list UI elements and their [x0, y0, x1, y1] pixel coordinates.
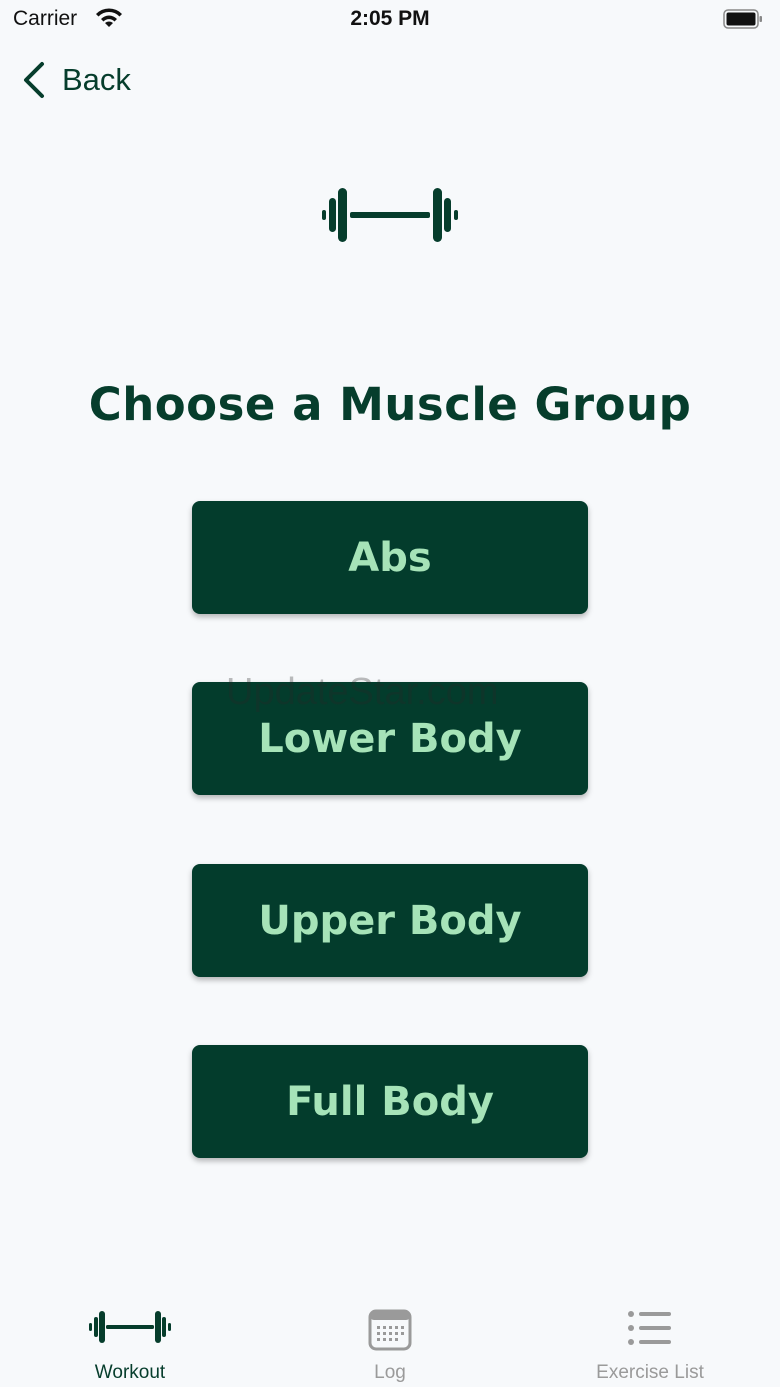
chevron-left-icon [24, 62, 44, 98]
upper-body-button-label: Upper Body [258, 897, 522, 944]
status-time: 2:05 PM [350, 7, 430, 30]
full-body-button-label: Full Body [286, 1078, 494, 1125]
lower-body-button[interactable]: Lower Body [192, 682, 588, 795]
back-label: Back [62, 62, 131, 97]
calendar-icon [368, 1309, 412, 1351]
abs-button-label: Abs [348, 534, 432, 581]
tab-workout[interactable]: Workout [0, 1297, 260, 1387]
list-icon [628, 1311, 671, 1345]
tab-log[interactable]: Log [260, 1297, 520, 1387]
upper-body-button[interactable]: Upper Body [192, 864, 588, 977]
dumbbell-icon [322, 188, 458, 242]
tab-exercise-list[interactable]: Exercise List [520, 1297, 780, 1387]
full-body-button[interactable]: Full Body [192, 1045, 588, 1158]
back-button[interactable]: Back [22, 58, 131, 102]
tab-exercise-list-label: Exercise List [596, 1362, 704, 1383]
lower-body-button-label: Lower Body [258, 715, 522, 762]
tab-workout-label: Workout [94, 1362, 166, 1383]
page-title: Choose a Muscle Group [88, 378, 692, 431]
abs-button[interactable]: Abs [192, 501, 588, 614]
tab-bar: Workout Log Exercise List [0, 1297, 780, 1387]
dumbbell-icon [89, 1311, 171, 1343]
battery-icon [723, 9, 762, 29]
status-bar: Carrier 2:05 PM [0, 0, 780, 42]
tab-log-label: Log [374, 1362, 406, 1383]
